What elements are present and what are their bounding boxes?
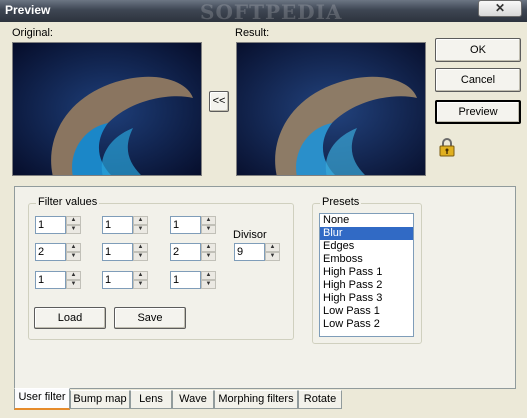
spin-up-icon[interactable]: ▲ — [66, 271, 81, 280]
divisor-label: Divisor — [233, 229, 267, 241]
list-item[interactable]: Low Pass 2 — [320, 318, 413, 331]
filter-value-r2-c1[interactable]: 2 ▲ ▼ — [35, 243, 81, 261]
spin-down-icon[interactable]: ▼ — [201, 252, 216, 261]
filter-value-r1-c1[interactable]: 1 ▲ ▼ — [35, 216, 81, 234]
close-icon: ✕ — [494, 1, 506, 15]
filter-values-label: Filter values — [36, 196, 100, 208]
tab-rotate[interactable]: Rotate — [298, 390, 342, 409]
spin-up-icon[interactable]: ▲ — [201, 271, 216, 280]
filter-value-r3-c3[interactable]: 1 ▲ ▼ — [170, 271, 216, 289]
filter-value-r1-c2[interactable]: 1 ▲ ▼ — [102, 216, 148, 234]
divisor-field[interactable]: 9 ▲ ▼ — [234, 243, 280, 261]
list-item[interactable]: High Pass 3 — [320, 292, 413, 305]
tab-morphing-filters[interactable]: Morphing filters — [214, 390, 298, 409]
list-item[interactable]: Emboss — [320, 253, 413, 266]
original-label: Original: — [12, 27, 53, 39]
list-item[interactable]: High Pass 2 — [320, 279, 413, 292]
spin-down-icon[interactable]: ▼ — [133, 252, 148, 261]
spin-down-icon[interactable]: ▼ — [133, 280, 148, 289]
original-preview-image — [12, 42, 202, 176]
preview-dialog: Preview SOFTPEDIA ✕ Original: Result: <<… — [0, 0, 527, 418]
filter-value-r2-c3[interactable]: 2 ▲ ▼ — [170, 243, 216, 261]
spin-up-icon[interactable]: ▲ — [66, 243, 81, 252]
lock-icon[interactable] — [436, 136, 458, 158]
tab-user-filter[interactable]: User filter — [14, 388, 70, 410]
spin-up-icon[interactable]: ▲ — [201, 243, 216, 252]
result-label: Result: — [235, 27, 270, 39]
filter-value-r2-c2[interactable]: 1 ▲ ▼ — [102, 243, 148, 261]
title-bar[interactable]: Preview SOFTPEDIA ✕ — [0, 0, 527, 24]
ok-button[interactable]: OK — [435, 38, 521, 62]
spin-down-icon[interactable]: ▼ — [201, 225, 216, 234]
spin-down-icon[interactable]: ▼ — [66, 225, 81, 234]
watermark: SOFTPEDIA — [200, 0, 343, 24]
list-item[interactable]: Edges — [320, 240, 413, 253]
list-item[interactable]: None — [320, 214, 413, 227]
spin-down-icon[interactable]: ▼ — [265, 252, 280, 261]
spin-up-icon[interactable]: ▲ — [66, 216, 81, 225]
filter-value-r1-c3[interactable]: 1 ▲ ▼ — [170, 216, 216, 234]
spin-up-icon[interactable]: ▲ — [201, 216, 216, 225]
spin-down-icon[interactable]: ▼ — [201, 280, 216, 289]
tab-bump-map[interactable]: Bump map — [70, 390, 130, 409]
save-button[interactable]: Save — [114, 307, 186, 329]
close-button[interactable]: ✕ — [478, 0, 522, 17]
cancel-button[interactable]: Cancel — [435, 68, 521, 92]
spin-up-icon[interactable]: ▲ — [133, 271, 148, 280]
list-item[interactable]: Low Pass 1 — [320, 305, 413, 318]
window-title: Preview — [5, 3, 51, 17]
load-button[interactable]: Load — [34, 307, 106, 329]
filter-value-r3-c1[interactable]: 1 ▲ ▼ — [35, 271, 81, 289]
result-preview-image — [236, 42, 426, 176]
spin-down-icon[interactable]: ▼ — [133, 225, 148, 234]
spin-up-icon[interactable]: ▲ — [133, 243, 148, 252]
list-item-selected[interactable]: Blur — [320, 227, 413, 240]
preview-button[interactable]: Preview — [435, 100, 521, 124]
filter-value-r3-c2[interactable]: 1 ▲ ▼ — [102, 271, 148, 289]
presets-list[interactable]: None Blur Edges Emboss High Pass 1 High … — [319, 213, 414, 337]
presets-label: Presets — [320, 196, 362, 208]
spin-down-icon[interactable]: ▼ — [66, 280, 81, 289]
spin-up-icon[interactable]: ▲ — [265, 243, 280, 252]
spin-up-icon[interactable]: ▲ — [133, 216, 148, 225]
tab-lens[interactable]: Lens — [130, 390, 172, 409]
list-item[interactable]: High Pass 1 — [320, 266, 413, 279]
spin-down-icon[interactable]: ▼ — [66, 252, 81, 261]
tab-wave[interactable]: Wave — [172, 390, 214, 409]
copy-back-button[interactable]: << — [209, 91, 229, 112]
